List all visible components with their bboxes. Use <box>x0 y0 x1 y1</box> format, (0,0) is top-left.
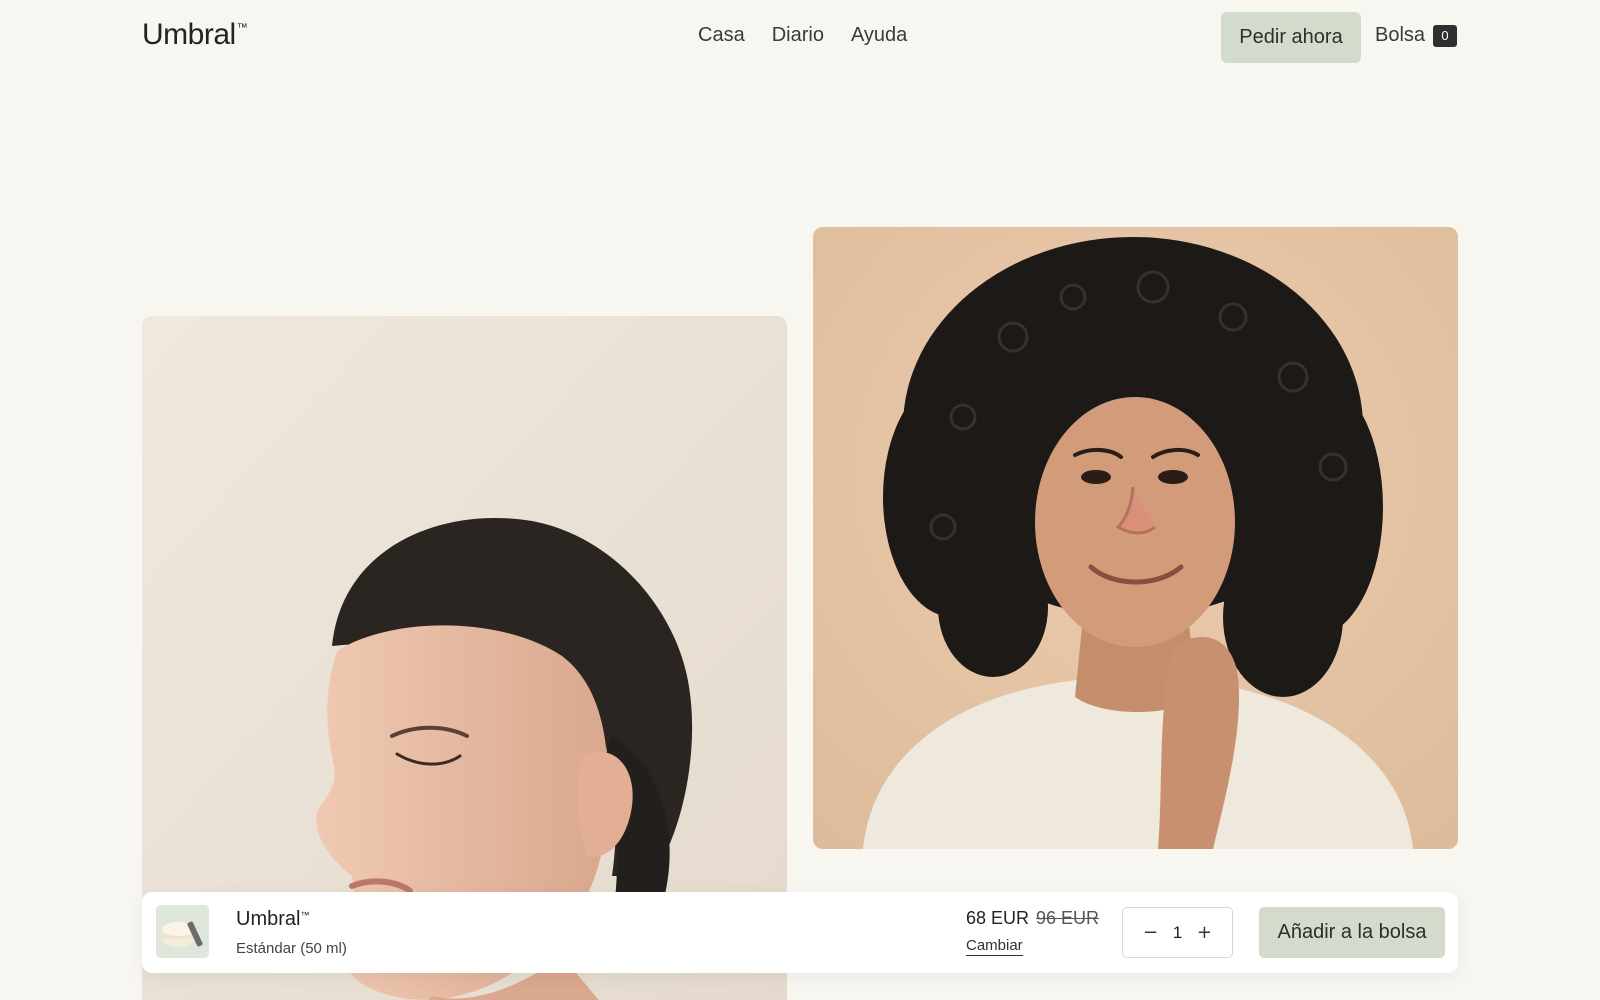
bag-count-badge: 0 <box>1433 24 1458 47</box>
add-to-bag-button[interactable]: Añadir a la bolsa <box>1259 907 1445 958</box>
product-thumbnail <box>156 905 209 958</box>
change-variant-link[interactable]: Cambiar <box>966 937 1023 956</box>
nav-link-diario[interactable]: Diario <box>772 24 824 47</box>
cream-jar-icon <box>156 905 209 958</box>
decrement-button[interactable]: − <box>1143 922 1158 943</box>
increment-button[interactable]: + <box>1197 922 1212 943</box>
product-photo-portrait <box>813 227 1458 849</box>
trademark-mark: ™ <box>236 22 248 34</box>
nav-link-casa[interactable]: Casa <box>698 24 745 47</box>
smiling-portrait-image <box>813 227 1458 849</box>
current-price: 68 EUR <box>966 908 1030 928</box>
bag-button[interactable]: Bolsa 0 <box>1375 24 1458 47</box>
site-header: Umbral™ Casa Diario Ayuda Pedir ahora Bo… <box>0 0 1600 76</box>
original-price: 96 EUR <box>1036 908 1100 928</box>
brand-logo-text: Umbral <box>142 18 236 51</box>
order-now-button[interactable]: Pedir ahora <box>1221 12 1361 63</box>
main-nav: Casa Diario Ayuda <box>698 24 907 47</box>
product-variant: Estándar (50 ml) <box>236 940 347 957</box>
quantity-stepper: − 1 + <box>1122 907 1233 958</box>
bag-label: Bolsa <box>1375 24 1426 46</box>
quantity-value: 1 <box>1172 922 1183 942</box>
brand-logo[interactable]: Umbral™ <box>142 18 248 52</box>
product-name-text: Umbral <box>236 908 301 930</box>
nav-link-ayuda[interactable]: Ayuda <box>851 24 907 47</box>
product-trademark: ™ <box>300 910 310 920</box>
sticky-buy-bar: Umbral™ Estándar (50 ml) 68 EUR 96 EUR C… <box>142 892 1458 973</box>
product-name: Umbral™ <box>236 908 309 931</box>
